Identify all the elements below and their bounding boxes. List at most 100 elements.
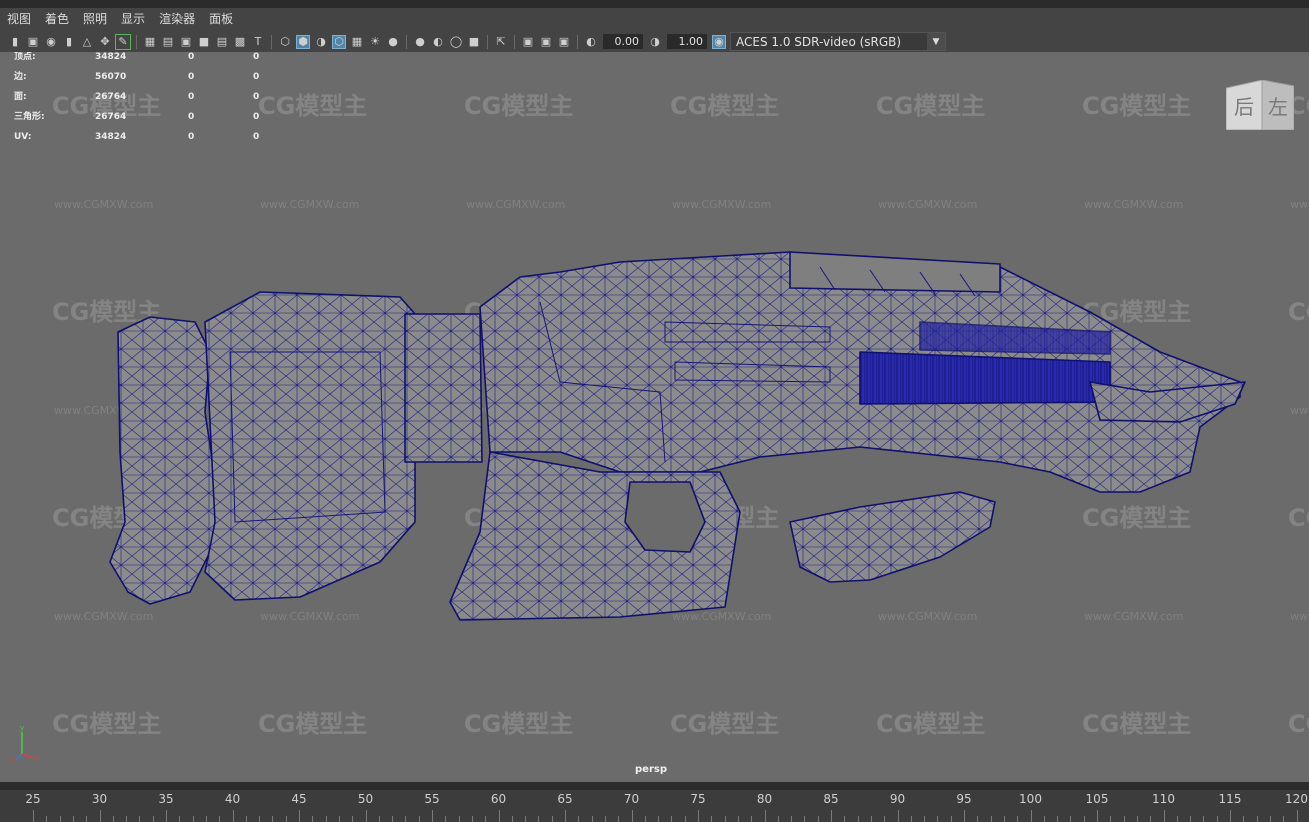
time-slider-top	[0, 782, 1309, 790]
field-chart-icon[interactable]: ▤	[215, 35, 229, 49]
hud-value: 0	[188, 132, 195, 142]
wireframe-on-shaded-icon[interactable]: ⬡	[332, 34, 346, 49]
menu-renderer[interactable]: 渲染器	[152, 8, 202, 31]
xray-active-components-icon[interactable]: ▣	[539, 35, 553, 49]
image-plane-icon[interactable]: △	[80, 35, 94, 49]
timeline-tick-label: 105	[1085, 792, 1109, 806]
timeline-tick	[591, 816, 593, 822]
menu-view[interactable]: 视图	[0, 8, 38, 31]
timeline-tick	[179, 816, 181, 822]
timeline-tick-label: 120	[1285, 792, 1308, 806]
menu-panels[interactable]: 面板	[202, 8, 240, 31]
hud-value: 0	[253, 52, 260, 62]
hud-row-faces: 面: 26764 0 0	[14, 92, 274, 112]
hud-label: UV:	[14, 132, 32, 142]
timeline-tick-label: 75	[690, 792, 706, 806]
exposure-field[interactable]: 0.00	[603, 34, 643, 49]
timeline-tick-label: 35	[158, 792, 174, 806]
view-cube-left-face[interactable]: 左	[1268, 95, 1288, 119]
timeline-tick	[1003, 816, 1005, 822]
color-space-dropdown[interactable]: ACES 1.0 SDR-video (sRGB) ▼	[730, 32, 946, 51]
time-slider[interactable]: 25 30 35 40 45 50 55 60 65 70 75 80 85 90 95 100 105 110 1…	[0, 782, 1309, 822]
timeline-tick	[711, 816, 713, 822]
timeline-tick	[46, 816, 48, 822]
safe-title-icon[interactable]: T	[251, 35, 265, 49]
timeline-tick-label: 70	[623, 792, 640, 806]
depth-of-field-icon[interactable]: ■	[467, 35, 481, 49]
timeline-tick	[498, 810, 500, 822]
toolbar-divider	[577, 34, 578, 49]
timeline-tick	[884, 816, 886, 822]
anti-aliasing-icon[interactable]: ◯	[449, 35, 463, 49]
smooth-shade-icon[interactable]: ⬢	[296, 34, 310, 49]
exposure-icon[interactable]: ◐	[584, 35, 598, 49]
textured-icon[interactable]: ▦	[350, 35, 364, 49]
timeline-tick	[1163, 810, 1165, 822]
timeline-tick	[152, 816, 154, 822]
hud-label: 面:	[14, 92, 27, 102]
menu-lighting[interactable]: 照明	[76, 8, 114, 31]
timeline-tick-label: 40	[224, 792, 241, 806]
timeline-tick	[139, 816, 141, 822]
color-management-icon[interactable]: ◉	[712, 34, 726, 49]
hud-row-vertices: 顶点: 34824 0 0	[14, 52, 274, 72]
timeline-tick	[1176, 816, 1178, 822]
timeline-tick	[405, 816, 407, 822]
ambient-occlusion-icon[interactable]: ●	[413, 35, 427, 49]
lights-icon[interactable]: ☀	[368, 35, 382, 49]
timeline-tick	[445, 816, 447, 822]
hud-value: 34824	[95, 132, 127, 142]
timeline-tick	[658, 816, 660, 822]
timeline-tick	[1269, 816, 1271, 822]
fore-grip	[789, 491, 996, 583]
resolution-gate-icon[interactable]: ▣	[179, 35, 193, 49]
camera-attributes-icon[interactable]: ▣	[26, 35, 40, 49]
bookmark-icon[interactable]: ▮	[62, 35, 76, 49]
timeline-tick	[817, 816, 819, 822]
color-space-value: ACES 1.0 SDR-video (sRGB)	[736, 34, 902, 49]
gamma-field[interactable]: 1.00	[667, 34, 707, 49]
film-gate-icon[interactable]: ▤	[161, 35, 175, 49]
hud-value: 26764	[95, 92, 127, 102]
view-cube-back-face[interactable]: 后	[1234, 95, 1254, 119]
svg-text:x: x	[10, 756, 14, 764]
timeline-tick	[59, 816, 61, 822]
two-d-pan-icon[interactable]: ✥	[98, 35, 112, 49]
timeline-tick	[565, 810, 566, 822]
timeline-tick	[365, 810, 367, 822]
menu-show[interactable]: 显示	[114, 8, 152, 31]
timeline-tick	[618, 816, 620, 822]
flat-shade-icon[interactable]: ◑	[314, 35, 328, 49]
motion-blur-icon[interactable]: ◐	[431, 35, 445, 49]
timeline-tick	[724, 816, 726, 822]
timeline-tick	[791, 816, 793, 822]
gun-mesh-wireframe[interactable]	[0, 52, 1309, 782]
hud-value: 0	[253, 92, 260, 102]
xray-joints-icon[interactable]: ▣	[557, 35, 571, 49]
xray-icon[interactable]: ▣	[521, 35, 535, 49]
timeline-tick	[910, 816, 912, 822]
camera-icon[interactable]: ▮	[8, 35, 22, 49]
timeline-tick	[1190, 816, 1192, 822]
timeline-tick	[751, 816, 753, 822]
isolate-select-icon[interactable]: ⇱	[494, 35, 508, 49]
timeline-tick	[804, 816, 806, 822]
wireframe-icon[interactable]: ⬡	[278, 35, 292, 49]
view-cube[interactable]: 后 左	[1226, 80, 1294, 130]
timeline-tick	[1216, 816, 1218, 822]
gate-mask-icon[interactable]: ■	[197, 35, 211, 49]
hud-value: 0	[188, 112, 195, 122]
timeline-tick	[418, 816, 420, 822]
persp-viewport[interactable]: CG模型主CG模型主CG模型主CG模型主CG模型主CG模型主CG模型主CG模型主…	[0, 52, 1309, 782]
timeline-tick	[99, 810, 101, 822]
timeline-tick	[897, 810, 899, 822]
safe-action-icon[interactable]: ▩	[233, 35, 247, 49]
camera-lock-icon[interactable]: ◉	[44, 35, 58, 49]
timeline-tick	[1057, 816, 1059, 822]
gamma-icon[interactable]: ◑	[648, 35, 662, 49]
grease-pencil-icon[interactable]: ✎	[115, 33, 131, 50]
menu-shading[interactable]: 着色	[38, 8, 76, 31]
shadows-icon[interactable]: ●	[386, 35, 400, 49]
hud-row-edges: 边: 56070 0 0	[14, 72, 274, 92]
grid-icon[interactable]: ▦	[143, 35, 157, 49]
